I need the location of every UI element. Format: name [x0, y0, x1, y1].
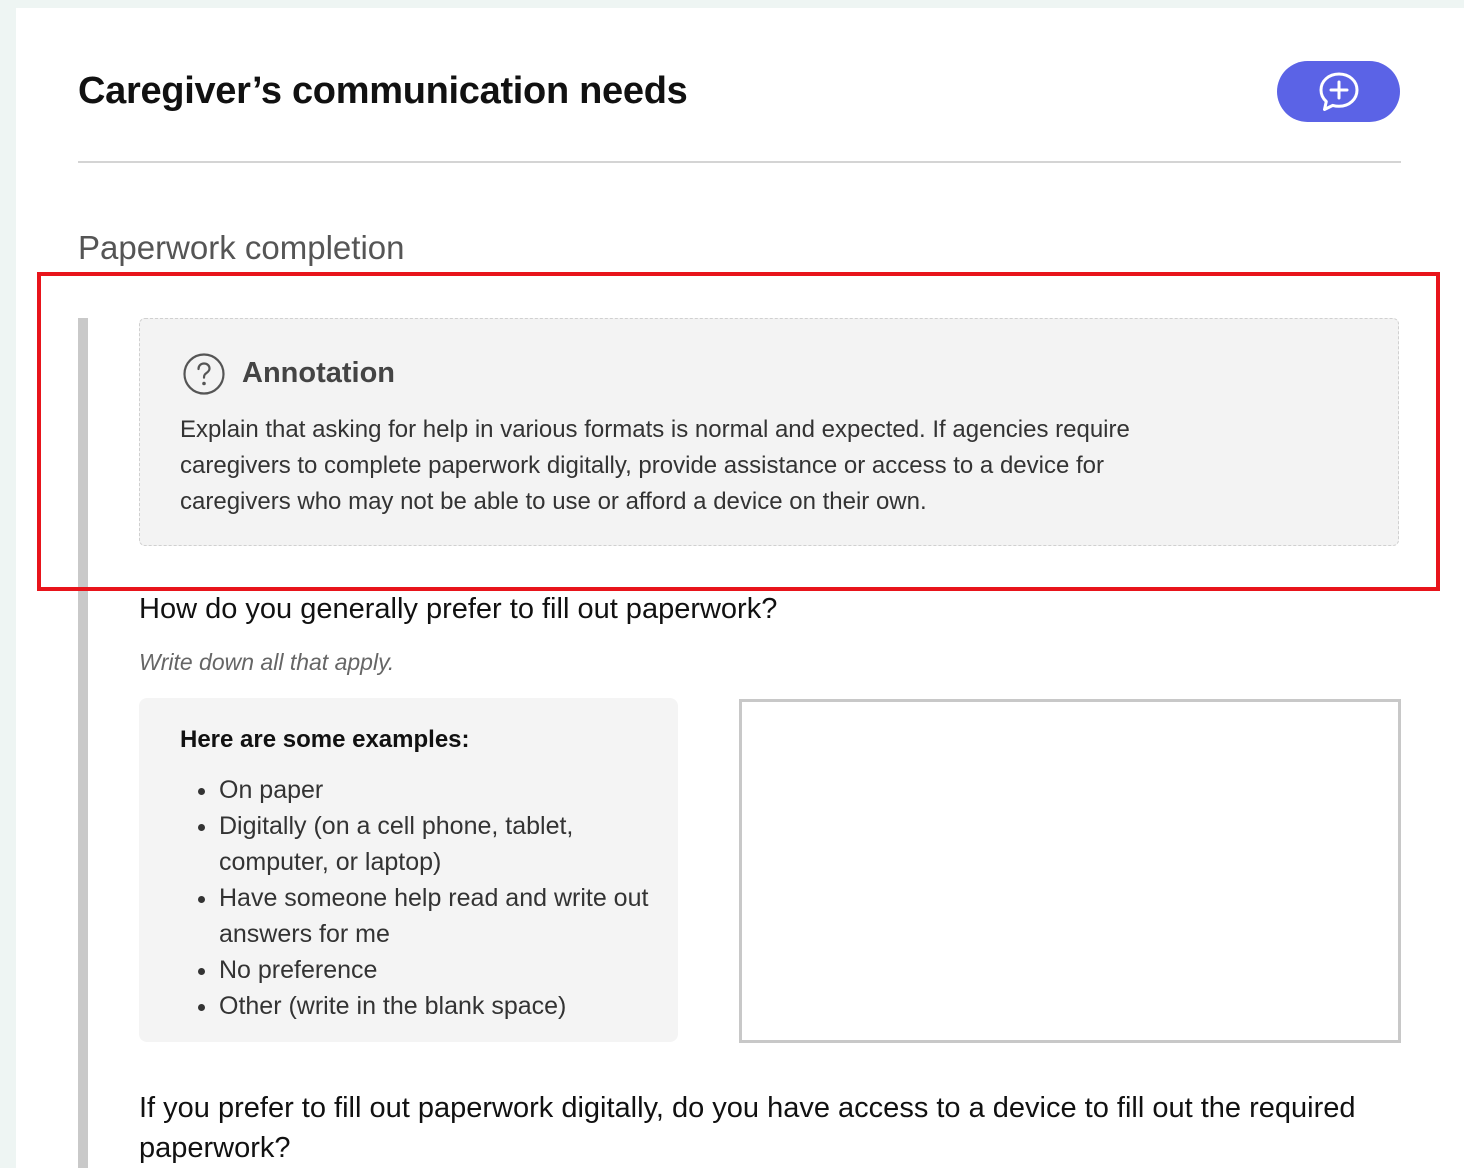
- annotation-highlight-frame: [37, 272, 1440, 591]
- question-device-access: If you prefer to fill out paperwork digi…: [139, 1092, 1356, 1164]
- add-comment-button[interactable]: [1277, 61, 1400, 122]
- page-title: Caregiver’s communication needs: [78, 70, 688, 112]
- example-item: Digitally (on a cell phone, tablet, comp…: [219, 808, 659, 880]
- question-hint: Write down all that apply.: [139, 649, 395, 675]
- example-item: Other (write in the blank space): [219, 988, 659, 1024]
- example-item: On paper: [219, 772, 659, 808]
- header-divider: [78, 161, 1401, 163]
- paperwork-preference-answer[interactable]: [739, 699, 1401, 1043]
- example-item: Have someone help read and write out ans…: [219, 880, 659, 952]
- section-title: Paperwork completion: [78, 229, 405, 266]
- examples-list: On paper Digitally (on a cell phone, tab…: [196, 772, 659, 1024]
- question-prefer-paperwork: How do you generally prefer to fill out …: [139, 593, 778, 625]
- examples-heading: Here are some examples:: [180, 726, 470, 753]
- example-item: No preference: [219, 952, 659, 988]
- chat-add-icon: [1315, 68, 1363, 116]
